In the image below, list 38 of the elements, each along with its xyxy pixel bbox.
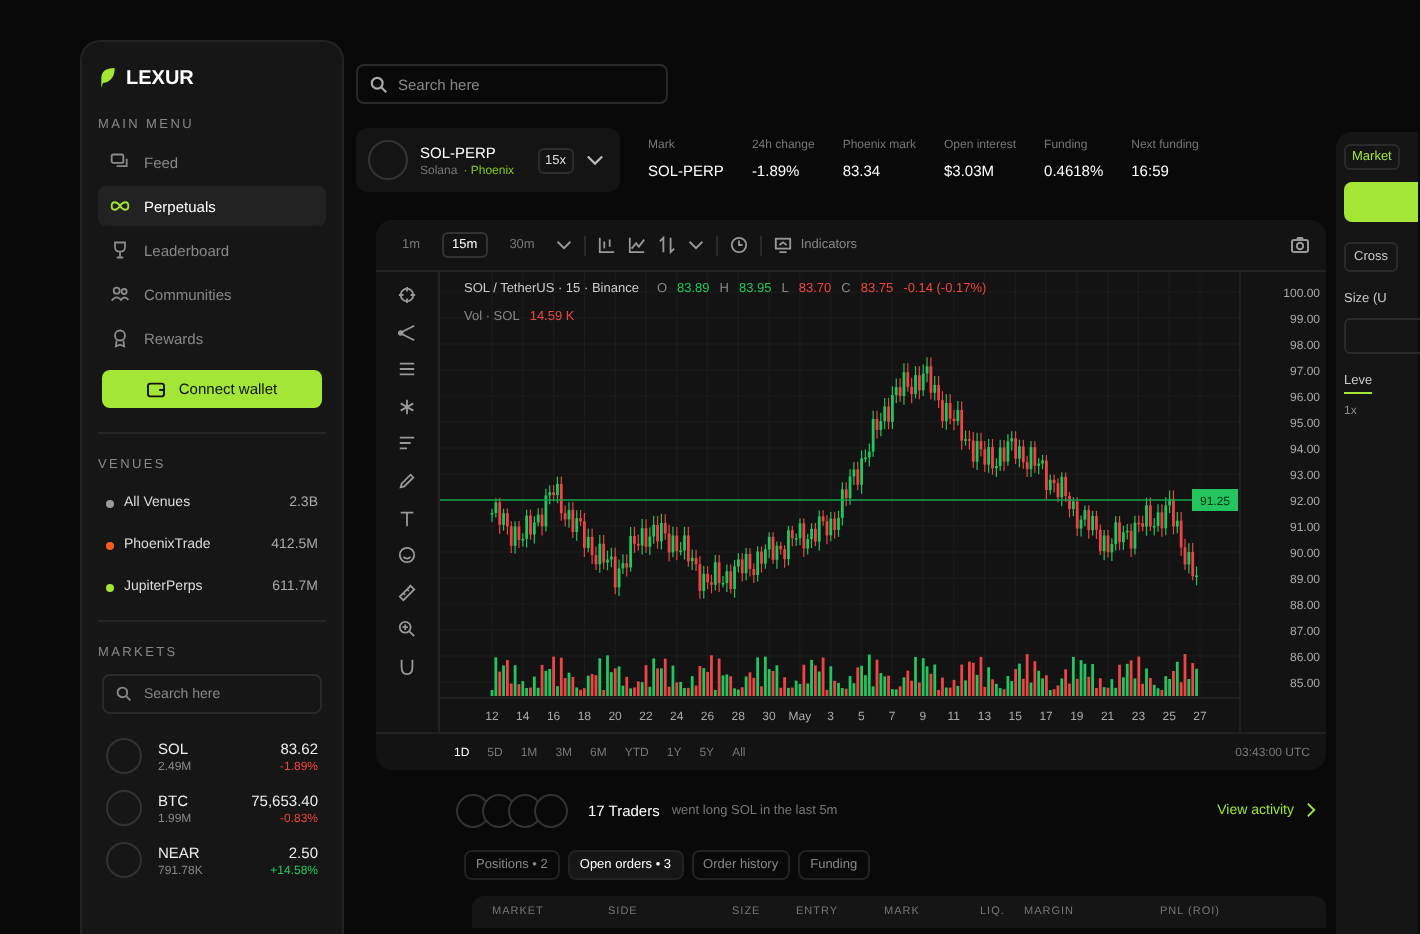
token-avatar xyxy=(106,842,142,878)
medal-icon xyxy=(110,328,130,348)
size-field[interactable] xyxy=(1344,318,1420,354)
asterisk-icon[interactable] xyxy=(398,397,416,416)
chevron-right-icon[interactable] xyxy=(1306,802,1316,818)
wallet-icon xyxy=(146,381,167,397)
chat-icon xyxy=(110,152,130,172)
trader-avatar xyxy=(456,793,490,827)
trophy-icon xyxy=(110,240,130,260)
zoom-icon[interactable] xyxy=(398,620,416,639)
camera-icon[interactable] xyxy=(1290,236,1310,254)
monitor-icon xyxy=(774,236,793,254)
text-icon[interactable] xyxy=(398,509,416,528)
line-chart-icon[interactable] xyxy=(628,236,647,254)
chevron-down-icon[interactable] xyxy=(688,240,705,250)
chevron-down-icon[interactable] xyxy=(586,154,604,166)
candlestick-icon[interactable] xyxy=(598,236,617,254)
token-avatar xyxy=(106,790,142,826)
token-avatar xyxy=(106,738,142,774)
smiley-icon[interactable] xyxy=(398,546,416,565)
magnet-icon[interactable] xyxy=(398,657,416,676)
token-avatar xyxy=(368,140,408,180)
brand-name: LEXUR xyxy=(126,67,194,89)
chevron-down-icon[interactable] xyxy=(556,240,573,250)
pencil-icon[interactable] xyxy=(398,471,416,490)
crosshair-icon[interactable] xyxy=(398,286,416,304)
text-lines-icon[interactable] xyxy=(398,434,416,453)
lines-icon[interactable] xyxy=(398,360,416,379)
clock-icon[interactable] xyxy=(730,236,749,254)
people-icon xyxy=(110,284,130,304)
search-icon xyxy=(370,76,388,94)
sort-icon[interactable] xyxy=(658,236,677,254)
ruler-icon[interactable] xyxy=(398,583,416,602)
leaf-logo-icon xyxy=(98,66,118,90)
infinity-icon xyxy=(110,196,130,216)
trend-line-icon[interactable] xyxy=(398,323,416,342)
search-icon xyxy=(116,686,132,702)
trader-avatar xyxy=(534,793,568,827)
